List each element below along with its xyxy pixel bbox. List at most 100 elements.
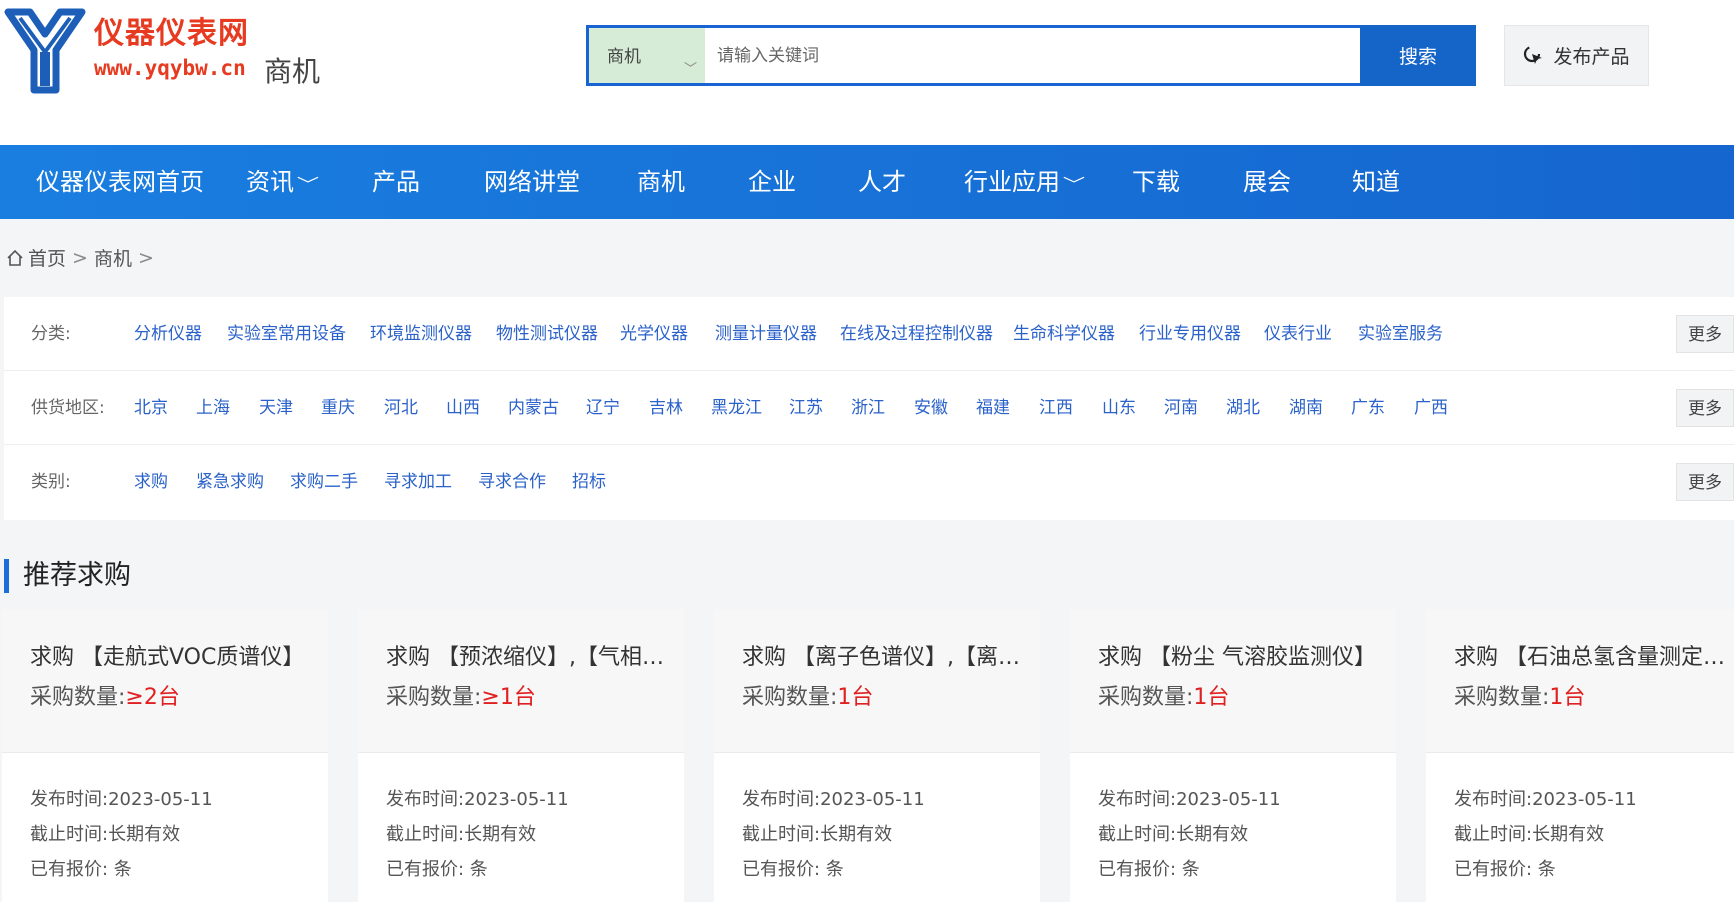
search-category-select[interactable]: 商机 ﹀ — [589, 28, 705, 83]
card-details: 发布时间:2023-05-11 截止时间:长期有效 已有报价: 条 — [1070, 753, 1396, 890]
card-deadline: 截止时间:长期有效 — [30, 824, 181, 845]
card-quotes: 已有报价: 条 — [386, 859, 488, 880]
filter-option[interactable]: 光学仪器 — [620, 297, 688, 371]
filter-option[interactable]: 测量计量仪器 — [715, 297, 817, 371]
filter-option[interactable]: 实验室服务 — [1358, 297, 1443, 371]
filter-option[interactable]: 仪表行业 — [1264, 297, 1332, 371]
card-header: 求购 【石油总氢含量测定仪】 采购数量:1台 — [1426, 609, 1734, 753]
filter-option[interactable]: 紧急求购 — [196, 445, 264, 519]
quantity-value: ≥1台 — [481, 685, 536, 710]
filter-option[interactable]: 福建 — [976, 371, 1010, 445]
filter-option[interactable]: 江苏 — [789, 371, 823, 445]
filter-option[interactable]: 求购二手 — [290, 445, 358, 519]
filter-option[interactable]: 在线及过程控制仪器 — [840, 297, 993, 371]
nav-item[interactable]: 商机 — [637, 145, 685, 219]
search-category-value: 商机 — [607, 47, 641, 67]
filter-option[interactable]: 浙江 — [851, 371, 885, 445]
filter-option[interactable]: 分析仪器 — [134, 297, 202, 371]
filter-option[interactable]: 物性测试仪器 — [496, 297, 598, 371]
publish-product-button[interactable]: 发布产品 — [1504, 25, 1649, 86]
filter-more-button[interactable]: 更多 — [1676, 463, 1734, 501]
chevron-down-icon: ﹀ — [683, 62, 697, 77]
filter-option[interactable]: 河北 — [384, 371, 418, 445]
breadcrumb-separator: > — [72, 246, 88, 269]
filter-option[interactable]: 天津 — [259, 371, 293, 445]
filter-option[interactable]: 实验室常用设备 — [227, 297, 346, 371]
filter-option[interactable]: 上海 — [196, 371, 230, 445]
nav-item[interactable]: 行业应用 ﹀ — [964, 145, 1085, 219]
card-title[interactable]: 求购 【离子色谱仪】,【离子】 — [742, 639, 1024, 671]
main-nav: 仪器仪表网首页 资讯 ﹀ 产品 网络讲堂 商机 企业 人才 行业应用 ﹀ 下载 展会 知道 — [0, 145, 1734, 219]
quantity-value: 1台 — [1193, 685, 1230, 710]
quantity-label: 采购数量: — [1454, 685, 1550, 710]
nav-item[interactable]: 展会 — [1243, 145, 1291, 219]
filter-option[interactable]: 寻求加工 — [384, 445, 452, 519]
chevron-down-icon: ﹀ — [296, 175, 320, 194]
filter-option[interactable]: 山西 — [446, 371, 480, 445]
card-quotes: 已有报价: 条 — [742, 859, 844, 880]
card-header: 求购 【离子色谱仪】,【离子】 采购数量:1台 — [714, 609, 1040, 753]
site-header: 仪器仪表网 www.yqybw.cn 商机 商机 ﹀ 搜索 发布产品 — [0, 0, 1734, 145]
breadcrumb-home[interactable]: 首页 — [28, 244, 66, 271]
filter-option[interactable]: 北京 — [134, 371, 168, 445]
filter-option[interactable]: 重庆 — [321, 371, 355, 445]
filter-option[interactable]: 吉林 — [649, 371, 683, 445]
nav-item-label: 产品 — [372, 168, 420, 196]
filter-option[interactable]: 安徽 — [914, 371, 948, 445]
publish-label: 发布产品 — [1553, 46, 1630, 68]
logo-url[interactable]: www.yqybw.cn — [94, 56, 246, 80]
card-publish-time: 发布时间:2023-05-11 — [386, 789, 569, 810]
card-deadline: 截止时间:长期有效 — [386, 824, 537, 845]
filter-option[interactable]: 求购 — [134, 445, 168, 519]
filter-option[interactable]: 广西 — [1414, 371, 1448, 445]
purchase-card[interactable]: 求购 【石油总氢含量测定仪】 采购数量:1台 发布时间:2023-05-11 截止时间… — [1426, 609, 1734, 902]
filter-more-button[interactable]: 更多 — [1676, 389, 1734, 427]
filter-option[interactable]: 寻求合作 — [478, 445, 546, 519]
section-title: 推荐求购 — [4, 559, 131, 593]
nav-item[interactable]: 产品 — [372, 145, 420, 219]
filter-option[interactable]: 行业专用仪器 — [1139, 297, 1241, 371]
filter-option[interactable]: 环境监测仪器 — [370, 297, 472, 371]
filter-option[interactable]: 山东 — [1102, 371, 1136, 445]
card-details: 发布时间:2023-05-11 截止时间:长期有效 已有报价: 条 — [1426, 753, 1734, 890]
filter-row: 供货地区: 北京 上海 天津 重庆 河北 山西 内蒙古 辽宁 吉林 黑龙江 江苏 浙江 安徽 福建 江西 山东河… — [4, 371, 1734, 445]
nav-item[interactable]: 知道 — [1352, 145, 1400, 219]
purchase-card[interactable]: 求购 【离子色谱仪】,【离子】 采购数量:1台 发布时间:2023-05-11 截止时… — [714, 609, 1040, 902]
card-title[interactable]: 求购 【预浓缩仪】,【气相色谱】 — [386, 639, 668, 671]
nav-item[interactable]: 资讯 ﹀ — [246, 145, 320, 219]
filter-option[interactable]: 招标 — [572, 445, 606, 519]
search-input[interactable] — [705, 28, 1360, 83]
filter-option[interactable]: 黑龙江 — [711, 371, 762, 445]
logo-title[interactable]: 仪器仪表网 — [94, 8, 249, 52]
site-logo-icon[interactable] — [4, 8, 86, 94]
logo-subtitle: 商机 — [264, 55, 321, 88]
search-button[interactable]: 搜索 — [1360, 25, 1476, 86]
nav-item[interactable]: 企业 — [748, 145, 796, 219]
nav-item[interactable]: 仪器仪表网首页 — [36, 145, 204, 219]
filter-option[interactable]: 广东 — [1351, 371, 1385, 445]
card-title[interactable]: 求购 【石油总氢含量测定仪】 — [1454, 639, 1734, 671]
filter-option[interactable]: 内蒙古 — [508, 371, 559, 445]
filter-option[interactable]: 河南 — [1164, 371, 1198, 445]
filter-option[interactable]: 生命科学仪器 — [1013, 297, 1115, 371]
purchase-card[interactable]: 求购 【走航式VOC质谱仪】 采购数量:≥2台 发布时间:2023-05-11 截止时… — [2, 609, 328, 902]
breadcrumb-current[interactable]: 商机 — [94, 244, 132, 271]
quantity-value: 1台 — [837, 685, 874, 710]
nav-item[interactable]: 网络讲堂 — [484, 145, 580, 219]
card-header: 求购 【预浓缩仪】,【气相色谱】采购数量:≥1台 — [358, 609, 684, 753]
filter-option[interactable]: 辽宁 — [586, 371, 620, 445]
purchase-card[interactable]: 求购 【粉尘 气溶胶监测仪】 采购数量:1台 发布时间:2023-05-11 截止时间… — [1070, 609, 1396, 902]
filter-option[interactable]: 湖南 — [1289, 371, 1323, 445]
cursor-click-icon — [1524, 45, 1543, 64]
filter-more-button[interactable]: 更多 — [1676, 315, 1734, 353]
filter-panel: 分类: 分析仪器 实验室常用设备 环境监测仪器 物性测试仪器 光学仪器 测量计量仪器 在线及过… — [4, 297, 1734, 520]
card-title[interactable]: 求购 【走航式VOC质谱仪】 — [30, 639, 312, 671]
card-title[interactable]: 求购 【粉尘 气溶胶监测仪】 — [1098, 639, 1380, 671]
nav-item[interactable]: 下载 — [1132, 145, 1180, 219]
purchase-card[interactable]: 求购 【预浓缩仪】,【气相色谱】采购数量:≥1台发布时间:2023-05-11 截… — [358, 609, 684, 902]
nav-item[interactable]: 人才 — [858, 145, 906, 219]
filter-option[interactable]: 湖北 — [1226, 371, 1260, 445]
card-quantity: 采购数量:≥1台 — [386, 679, 684, 711]
filter-option[interactable]: 江西 — [1039, 371, 1073, 445]
card-details: 发布时间:2023-05-11 截止时间:长期有效 已有报价: 条 — [714, 753, 1040, 890]
